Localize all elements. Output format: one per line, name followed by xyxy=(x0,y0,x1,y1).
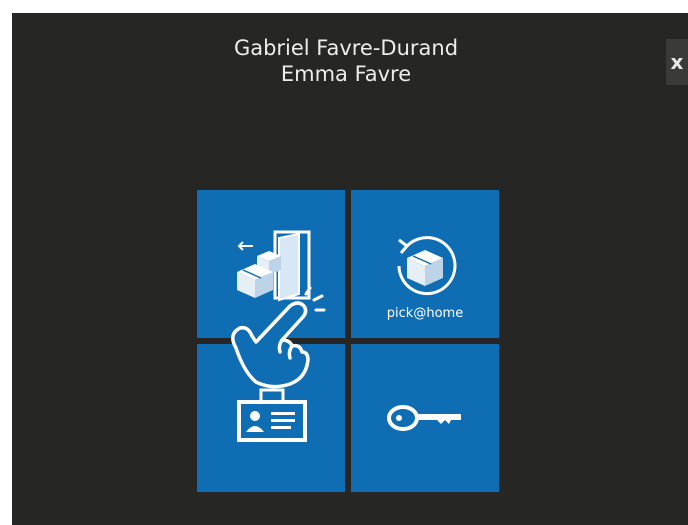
recipient-name-1: Gabriel Favre-Durand xyxy=(233,36,459,60)
tile-pick-at-home[interactable]: pick@home xyxy=(351,190,499,338)
close-icon: x xyxy=(670,50,684,74)
tile-key[interactable] xyxy=(351,344,499,492)
recipient-name-2: Emma Favre xyxy=(280,62,412,86)
key-icon xyxy=(387,405,461,431)
kiosk-screen: Gabriel Favre-Durand Emma Favre x xyxy=(12,13,688,525)
tap-hand-icon xyxy=(231,286,326,389)
tile-label-pick-at-home: pick@home xyxy=(386,306,464,321)
close-button[interactable]: x xyxy=(666,39,688,85)
recipient-names: Gabriel Favre-Durand Emma Favre xyxy=(12,35,680,87)
